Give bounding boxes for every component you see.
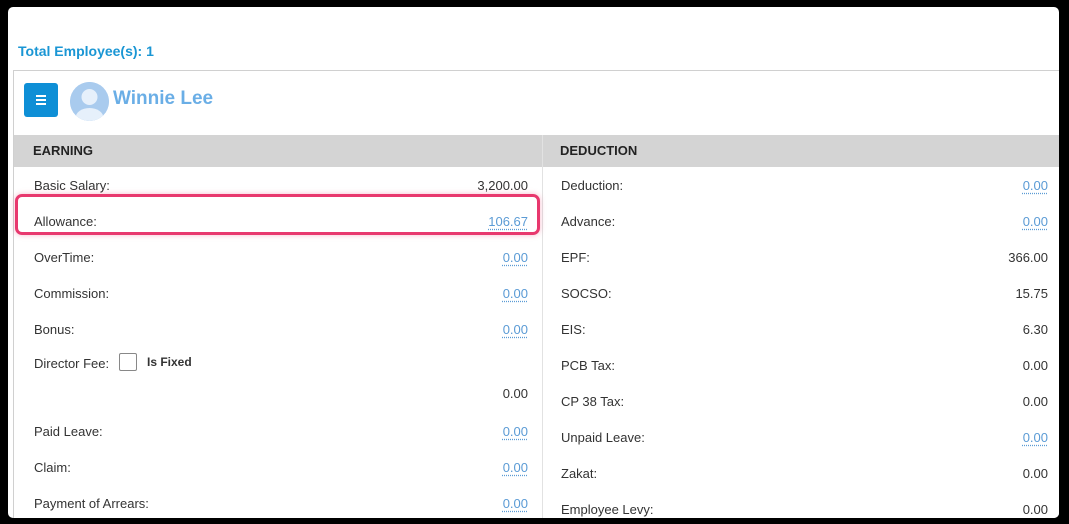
menu-button[interactable] [24,83,58,117]
row-label: Advance: [561,214,616,229]
deduction-column: DEDUCTION Deduction: 0.00 Advance: 0.00 … [543,135,1059,518]
row-value: 366.00 [1008,250,1048,265]
unpaid-leave-value-link[interactable]: 0.00 [1023,430,1048,445]
deduction-row-epf: EPF: 366.00 [543,239,1059,275]
deduction-row-advance: Advance: 0.00 [543,203,1059,239]
deduction-row-zakat: Zakat: 0.00 [543,455,1059,491]
earning-row-commission: Commission: 0.00 [14,275,542,311]
deduction-row-unpaid-leave: Unpaid Leave: 0.00 [543,419,1059,455]
allowance-value-link[interactable]: 106.67 [488,214,528,229]
earning-row-director-fee: Director Fee: Is Fixed 0.00 [14,347,542,413]
row-label: Bonus: [34,322,75,337]
total-employees-label: Total Employee(s): 1 [18,43,154,59]
row-label: CP 38 Tax: [561,394,625,409]
row-label: Employee Levy: [561,502,654,517]
row-label: Director Fee: [34,356,110,371]
earning-row-paid-leave: Paid Leave: 0.00 [14,413,542,449]
payroll-panel: Total Employee(s): 1 Winnie Lee EARNING … [8,7,1059,518]
row-value: 15.75 [1015,286,1048,301]
row-value: 0.00 [1022,502,1048,517]
deduction-row-employee-levy: Employee Levy: 0.00 [543,491,1059,518]
row-value: 3,200.00 [477,178,528,193]
earning-row-bonus: Bonus: 0.00 [14,311,542,347]
row-label: Commission: [34,286,110,301]
earning-row-allowance: Allowance: 106.67 [14,203,542,239]
row-label: Claim: [34,460,71,475]
claim-value-link[interactable]: 0.00 [503,460,528,475]
deduction-row-deduction: Deduction: 0.00 [543,167,1059,203]
row-value: 0.00 [1022,358,1048,373]
deduction-row-pcb-tax: PCB Tax: 0.00 [543,347,1059,383]
row-label: Unpaid Leave: [561,430,645,445]
arrears-value-link[interactable]: 0.00 [503,496,528,511]
avatar [70,82,109,121]
overtime-value-link[interactable]: 0.00 [503,250,528,265]
director-fee-value: 0.00 [502,386,528,401]
is-fixed-label: Is Fixed [147,355,192,369]
advance-value-link[interactable]: 0.00 [1023,214,1048,229]
earning-column: EARNING Basic Salary: 3,200.00 Allowance… [14,135,543,518]
row-label: Deduction: [561,178,624,193]
row-label: EPF: [561,250,590,265]
hamburger-icon [36,95,46,105]
user-avatar-icon [70,82,109,121]
row-label: OverTime: [34,250,95,265]
deduction-header: DEDUCTION [543,135,1059,167]
earning-row-overtime: OverTime: 0.00 [14,239,542,275]
commission-value-link[interactable]: 0.00 [503,286,528,301]
earning-row-claim: Claim: 0.00 [14,449,542,485]
deduction-value-link[interactable]: 0.00 [1023,178,1048,193]
deduction-row-eis: EIS: 6.30 [543,311,1059,347]
row-label: Payment of Arrears: [34,496,149,511]
row-label: SOCSO: [561,286,612,301]
row-label: Allowance: [34,214,97,229]
earning-row-payment-of-arrears: Payment of Arrears: 0.00 [14,485,542,518]
row-label: Zakat: [561,466,598,481]
employee-name[interactable]: Winnie Lee [113,88,213,110]
employee-card: Winnie Lee EARNING Basic Salary: 3,200.0… [13,70,1059,518]
row-value: 6.30 [1022,322,1048,337]
row-value: 0.00 [1022,466,1048,481]
paid-leave-value-link[interactable]: 0.00 [503,424,528,439]
row-value: 0.00 [1022,394,1048,409]
deduction-row-socso: SOCSO: 15.75 [543,275,1059,311]
earning-header: EARNING [14,135,542,167]
row-label: PCB Tax: [561,358,615,373]
earning-row-basic-salary: Basic Salary: 3,200.00 [14,167,542,203]
row-label: Paid Leave: [34,424,103,439]
bonus-value-link[interactable]: 0.00 [503,322,528,337]
row-label: EIS: [561,322,586,337]
is-fixed-checkbox[interactable] [119,353,137,371]
row-label: Basic Salary: [34,178,110,193]
deduction-row-cp38-tax: CP 38 Tax: 0.00 [543,383,1059,419]
